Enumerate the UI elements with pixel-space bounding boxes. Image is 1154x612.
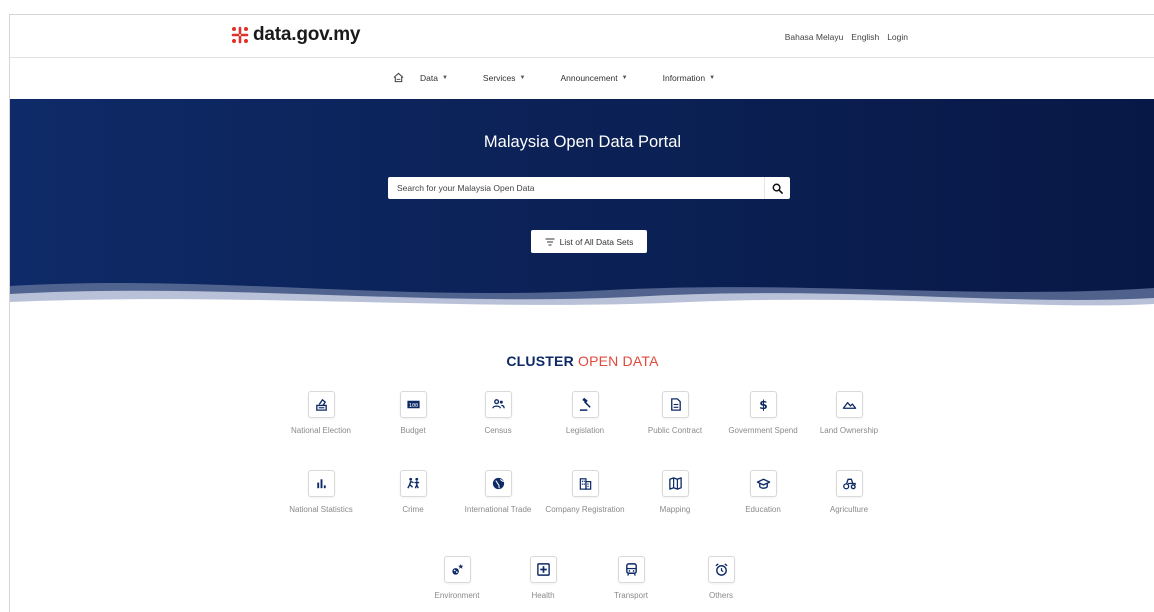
tile-legislation[interactable]: Legislation: [540, 391, 630, 436]
hero-title: Malaysia Open Data Portal: [483, 133, 682, 151]
nav-services[interactable]: Services ▼: [483, 73, 526, 83]
tile-international-trade[interactable]: International Trade: [453, 470, 543, 515]
nav-information[interactable]: Information ▼: [663, 73, 715, 83]
medical-plus-icon: [536, 563, 550, 576]
bar-chart-icon: [316, 479, 326, 489]
link-login[interactable]: Login: [887, 32, 908, 42]
chevron-down-icon: ▼: [621, 74, 628, 81]
tile-label: Government Spend: [728, 426, 798, 435]
link-bahasa-melayu[interactable]: Bahasa Melayu: [785, 32, 844, 42]
tile-label: Company Registration: [545, 505, 625, 514]
tile-label: Agriculture: [829, 505, 869, 514]
crime-icon: [406, 477, 419, 489]
environment-icon: [451, 563, 463, 575]
tile-label: Education: [745, 505, 781, 514]
tile-label: National Election: [290, 426, 352, 435]
graduation-cap-icon: [756, 478, 770, 489]
tile-budget[interactable]: 100 Budget: [368, 391, 458, 436]
ballot-icon: [315, 398, 327, 411]
cluster-title-part2: OPEN DATA: [577, 353, 659, 369]
top-links: Bahasa Melayu English Login: [785, 32, 908, 42]
train-icon: [625, 563, 637, 576]
tile-agriculture[interactable]: Agriculture: [804, 470, 894, 515]
tile-label: Others: [708, 591, 733, 600]
tile-company-registration[interactable]: Company Registration: [540, 470, 630, 515]
tile-label: Transport: [614, 591, 648, 600]
globe-icon: [492, 477, 504, 490]
search-input[interactable]: [388, 177, 764, 199]
svg-text:100: 100: [408, 403, 417, 409]
mountain-icon: [842, 401, 856, 409]
tile-environment[interactable]: Environment: [412, 556, 502, 601]
tile-education[interactable]: Education: [718, 470, 808, 515]
search-button[interactable]: [764, 177, 790, 199]
tile-health[interactable]: Health: [498, 556, 588, 601]
search-icon: [772, 183, 783, 194]
gavel-icon: [579, 397, 591, 411]
building-icon: [579, 478, 591, 490]
tile-label: Budget: [400, 426, 426, 435]
filter-icon: [545, 238, 555, 245]
main-nav: Data ▼ Services ▼ Announcement ▼ Informa…: [10, 59, 1154, 99]
nav-data-label: Data: [420, 72, 438, 83]
alarm-clock-icon: [714, 563, 728, 576]
hero-banner: Malaysia Open Data Portal List of All Da…: [10, 99, 1154, 312]
nav-data[interactable]: Data ▼: [420, 73, 448, 83]
nav-information-label: Information: [662, 72, 706, 83]
tile-label: Environment: [434, 591, 480, 600]
logo-text: data.gov.my: [253, 24, 361, 45]
tile-public-contract[interactable]: Public Contract: [630, 391, 720, 436]
tile-census[interactable]: Census: [453, 391, 543, 436]
tile-transport[interactable]: Transport: [586, 556, 676, 601]
map-icon: [668, 477, 682, 490]
page-frame: data.gov.my Bahasa Melayu English Login …: [9, 14, 1154, 612]
chevron-down-icon: ▼: [519, 74, 526, 81]
nav-announcement[interactable]: Announcement ▼: [560, 73, 627, 83]
list-all-datasets-label: List of All Data Sets: [559, 236, 634, 247]
dollar-icon: $: [759, 398, 767, 412]
tile-label: Land Ownership: [819, 426, 879, 435]
tile-label: International Trade: [464, 505, 532, 514]
tile-label: Crime: [402, 505, 424, 514]
tile-label: National Statistics: [289, 505, 353, 514]
chevron-down-icon: ▼: [709, 74, 716, 81]
cluster-title: CLUSTER OPEN DATA: [10, 353, 1154, 369]
budget-icon: 100: [406, 400, 420, 409]
tile-others[interactable]: Others: [676, 556, 766, 601]
tile-label: Census: [484, 426, 512, 435]
logo-mark-icon: [231, 26, 249, 44]
tile-crime[interactable]: Crime: [368, 470, 458, 515]
tile-label: Health: [531, 591, 555, 600]
nav-announcement-label: Announcement: [560, 72, 618, 83]
list-all-datasets-button[interactable]: List of All Data Sets: [531, 230, 647, 253]
tile-national-statistics[interactable]: National Statistics: [276, 470, 366, 515]
tile-mapping[interactable]: Mapping: [630, 470, 720, 515]
top-bar: data.gov.my Bahasa Melayu English Login: [10, 15, 1154, 58]
people-icon: [491, 399, 505, 409]
search-bar: [388, 177, 790, 199]
tile-label: Mapping: [659, 505, 691, 514]
tile-land-ownership[interactable]: Land Ownership: [804, 391, 894, 436]
document-icon: [670, 398, 681, 411]
nav-services-label: Services: [482, 72, 516, 83]
tile-label: Legislation: [565, 426, 605, 435]
site-logo[interactable]: data.gov.my: [230, 24, 360, 46]
tile-government-spend[interactable]: $ Government Spend: [718, 391, 808, 436]
tractor-icon: [842, 478, 856, 490]
link-english[interactable]: English: [851, 32, 879, 42]
chevron-down-icon: ▼: [441, 74, 448, 81]
hero-wave: [10, 282, 1154, 312]
tile-national-election[interactable]: National Election: [276, 391, 366, 436]
tile-label: Public Contract: [647, 426, 703, 435]
svg-text:$: $: [759, 398, 767, 412]
cluster-title-part1: CLUSTER: [506, 353, 574, 369]
home-icon[interactable]: [393, 72, 404, 83]
